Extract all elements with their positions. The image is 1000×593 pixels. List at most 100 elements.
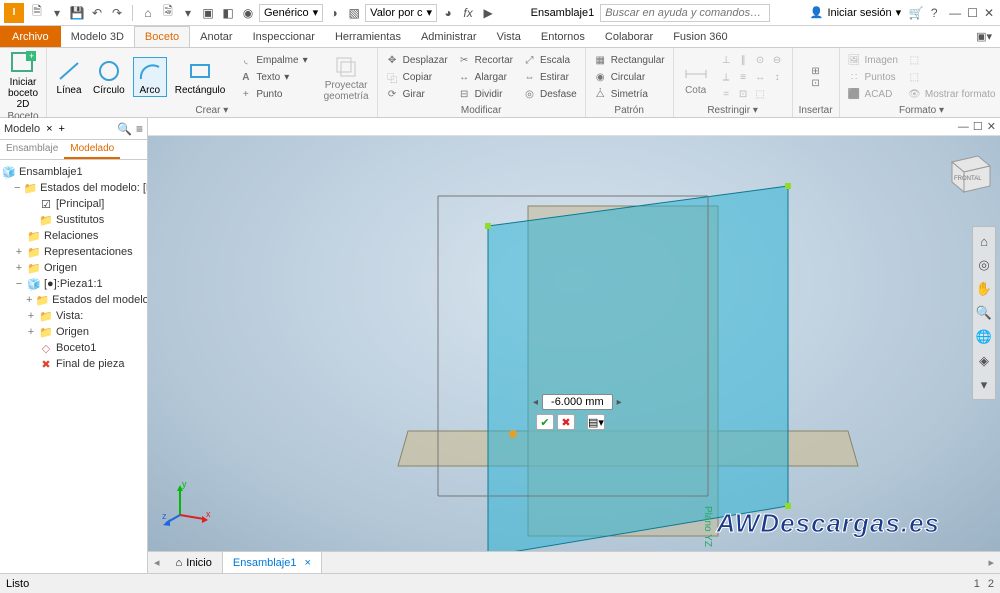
tab-vista[interactable]: Vista [487, 26, 531, 47]
home-icon[interactable]: ⌂ [139, 4, 157, 22]
cart-icon[interactable]: 🛒 [907, 4, 925, 22]
vp-min-icon[interactable]: — [958, 121, 969, 133]
save-icon[interactable]: 💾 [68, 4, 86, 22]
circular-button[interactable]: ◉Circular [592, 69, 667, 85]
doc-tabs-scroll-left[interactable]: ◂ [148, 556, 166, 569]
arco-button[interactable]: Arco [133, 57, 167, 97]
mostrar-formato-button[interactable]: 👁Mostrar formato [906, 86, 998, 102]
doc-tab-home[interactable]: ⌂Inicio [166, 552, 223, 573]
extra-icon[interactable]: ◕ [439, 4, 457, 22]
constraint-row1[interactable]: ⊥∥⊙⊖ [718, 52, 786, 68]
rectangulo-button[interactable]: Rectángulo [173, 58, 228, 96]
dim-right-arrow[interactable]: ▸ [617, 397, 622, 408]
constraint-row2[interactable]: ⟂≡↔↕ [718, 69, 786, 85]
dim-cancel-button[interactable]: ✖ [557, 414, 575, 430]
tab-inspeccionar[interactable]: Inspeccionar [243, 26, 325, 47]
panel-close-icon[interactable]: × [46, 123, 52, 135]
tab-anotar[interactable]: Anotar [190, 26, 242, 47]
tree-principal[interactable]: ☑[Principal] [2, 196, 145, 212]
girar-button[interactable]: ⟳Girar [384, 86, 450, 102]
vp-max-icon[interactable]: ☐ [973, 120, 983, 133]
menu-icon[interactable]: ≡ [136, 122, 143, 136]
escala-button[interactable]: ⤢Escala [521, 52, 579, 68]
nav-orbit-icon[interactable]: ◎ [973, 254, 995, 276]
dim-options-button[interactable]: ▤▾ [587, 414, 605, 430]
tab-entornos[interactable]: Entornos [531, 26, 595, 47]
redo-icon[interactable]: ↷ [108, 4, 126, 22]
appearance2-icon[interactable]: ▧ [345, 4, 363, 22]
tree-boceto[interactable]: ◇Boceto1 [2, 340, 145, 356]
doc-tab-ensamblaje[interactable]: Ensamblaje1× [223, 552, 322, 573]
linea-button[interactable]: Línea [53, 58, 85, 96]
appearance-icon[interactable]: ◧ [219, 4, 237, 22]
empalme-button[interactable]: ◟Empalme ▾ [237, 52, 309, 68]
puntos-button[interactable]: ∷Puntos [846, 69, 900, 85]
copiar-button[interactable]: ⿻Copiar [384, 69, 450, 85]
rectangular-button[interactable]: ▦Rectangular [592, 52, 667, 68]
fx-icon[interactable]: fx [459, 4, 477, 22]
subtab-ensamblaje[interactable]: Ensamblaje [0, 140, 64, 159]
tree-origen[interactable]: +📁Origen [2, 260, 145, 276]
nav-zoom-icon[interactable]: 🔍 [973, 302, 995, 324]
search-icon[interactable]: 🔍 [117, 122, 132, 136]
nav-rotate-icon[interactable]: 🌐 [973, 326, 995, 348]
punto-button[interactable]: +Punto [237, 86, 309, 102]
iniciar-boceto-button[interactable]: + Iniciar boceto 2D [6, 50, 40, 110]
panel-add-icon[interactable]: + [59, 123, 65, 135]
fmt-a-button[interactable]: ⬚ [906, 52, 998, 68]
constraint-row3[interactable]: =⊡⬚ [718, 86, 786, 102]
color-icon[interactable]: ◑ [325, 4, 343, 22]
tab-overflow-icon[interactable]: ▣▾ [976, 30, 992, 43]
dim-left-arrow[interactable]: ◂ [533, 397, 538, 408]
tree-representaciones[interactable]: +📁Representaciones [2, 244, 145, 260]
nav-caret-icon[interactable]: ▾ [973, 374, 995, 396]
status-page-2[interactable]: 2 [988, 578, 994, 590]
nav-home-icon[interactable]: ⌂ [973, 230, 995, 252]
new-icon[interactable]: 🗎 [28, 4, 46, 22]
dim-accept-button[interactable]: ✔ [536, 414, 554, 430]
tree-origen2[interactable]: +📁Origen [2, 324, 145, 340]
acad-button[interactable]: ⬛ACAD [846, 86, 900, 102]
nav-pan-icon[interactable]: ✋ [973, 278, 995, 300]
status-page-1[interactable]: 1 [974, 578, 980, 590]
tree-estados2[interactable]: +📁Estados del modelo: [Principal] [2, 292, 145, 308]
dividir-button[interactable]: ⊟Dividir [456, 86, 515, 102]
appearance-combo[interactable]: Valor por c▾ [365, 4, 437, 22]
vp-close-icon[interactable]: ✕ [987, 120, 996, 133]
tree-final[interactable]: ✖Final de pieza [2, 356, 145, 372]
tree-root[interactable]: 🧊Ensamblaje1 [2, 164, 145, 180]
minimize-icon[interactable]: — [949, 6, 961, 20]
view-cube[interactable]: FRONTAL [940, 144, 994, 198]
file-tab[interactable]: Archivo [0, 26, 61, 47]
alargar-button[interactable]: ↔Alargar [456, 69, 515, 85]
tab-fusion360[interactable]: Fusion 360 [663, 26, 737, 47]
tab-close-icon[interactable]: × [304, 557, 310, 569]
undo-icon[interactable]: ↶ [88, 4, 106, 22]
dimension-input[interactable]: -6.000 mm [542, 394, 613, 410]
material-icon[interactable]: ▣ [199, 4, 217, 22]
texto-button[interactable]: ATexto ▾ [237, 69, 309, 85]
select-icon[interactable]: ▾ [179, 4, 197, 22]
help-icon[interactable]: ? [925, 4, 943, 22]
estirar-button[interactable]: ⇔Estirar [521, 69, 579, 85]
tree-vista[interactable]: +📁Vista: [2, 308, 145, 324]
team-icon[interactable]: 🗟 [159, 4, 177, 22]
open-icon[interactable]: ▾ [48, 4, 66, 22]
maximize-icon[interactable]: ☐ [967, 6, 978, 20]
desfase-button[interactable]: ◎Desfase [521, 86, 579, 102]
play-icon[interactable]: ▶ [479, 4, 497, 22]
subtab-modelado[interactable]: Modelado [64, 140, 120, 159]
close-icon[interactable]: ✕ [984, 6, 994, 20]
tree-pieza[interactable]: −🧊[●]:Pieza1:1 [2, 276, 145, 292]
tree-sustitutos[interactable]: 📁Sustitutos [2, 212, 145, 228]
tree-estados[interactable]: −📁Estados del modelo: [Principal] [2, 180, 145, 196]
recortar-button[interactable]: ✂Recortar [456, 52, 515, 68]
insert2-icon[interactable]: ⊡ [811, 78, 819, 89]
doc-tabs-scroll-right[interactable]: ▸ [982, 556, 1000, 569]
search-input[interactable] [600, 4, 770, 22]
circulo-button[interactable]: Círculo [91, 58, 127, 96]
signin-link[interactable]: 👤 Iniciar sesión ▾ [810, 6, 901, 19]
simetria-button[interactable]: ⧊Simetría [592, 86, 667, 102]
tree-relaciones[interactable]: 📁Relaciones [2, 228, 145, 244]
fmt-b-button[interactable]: ⬚ [906, 69, 998, 85]
